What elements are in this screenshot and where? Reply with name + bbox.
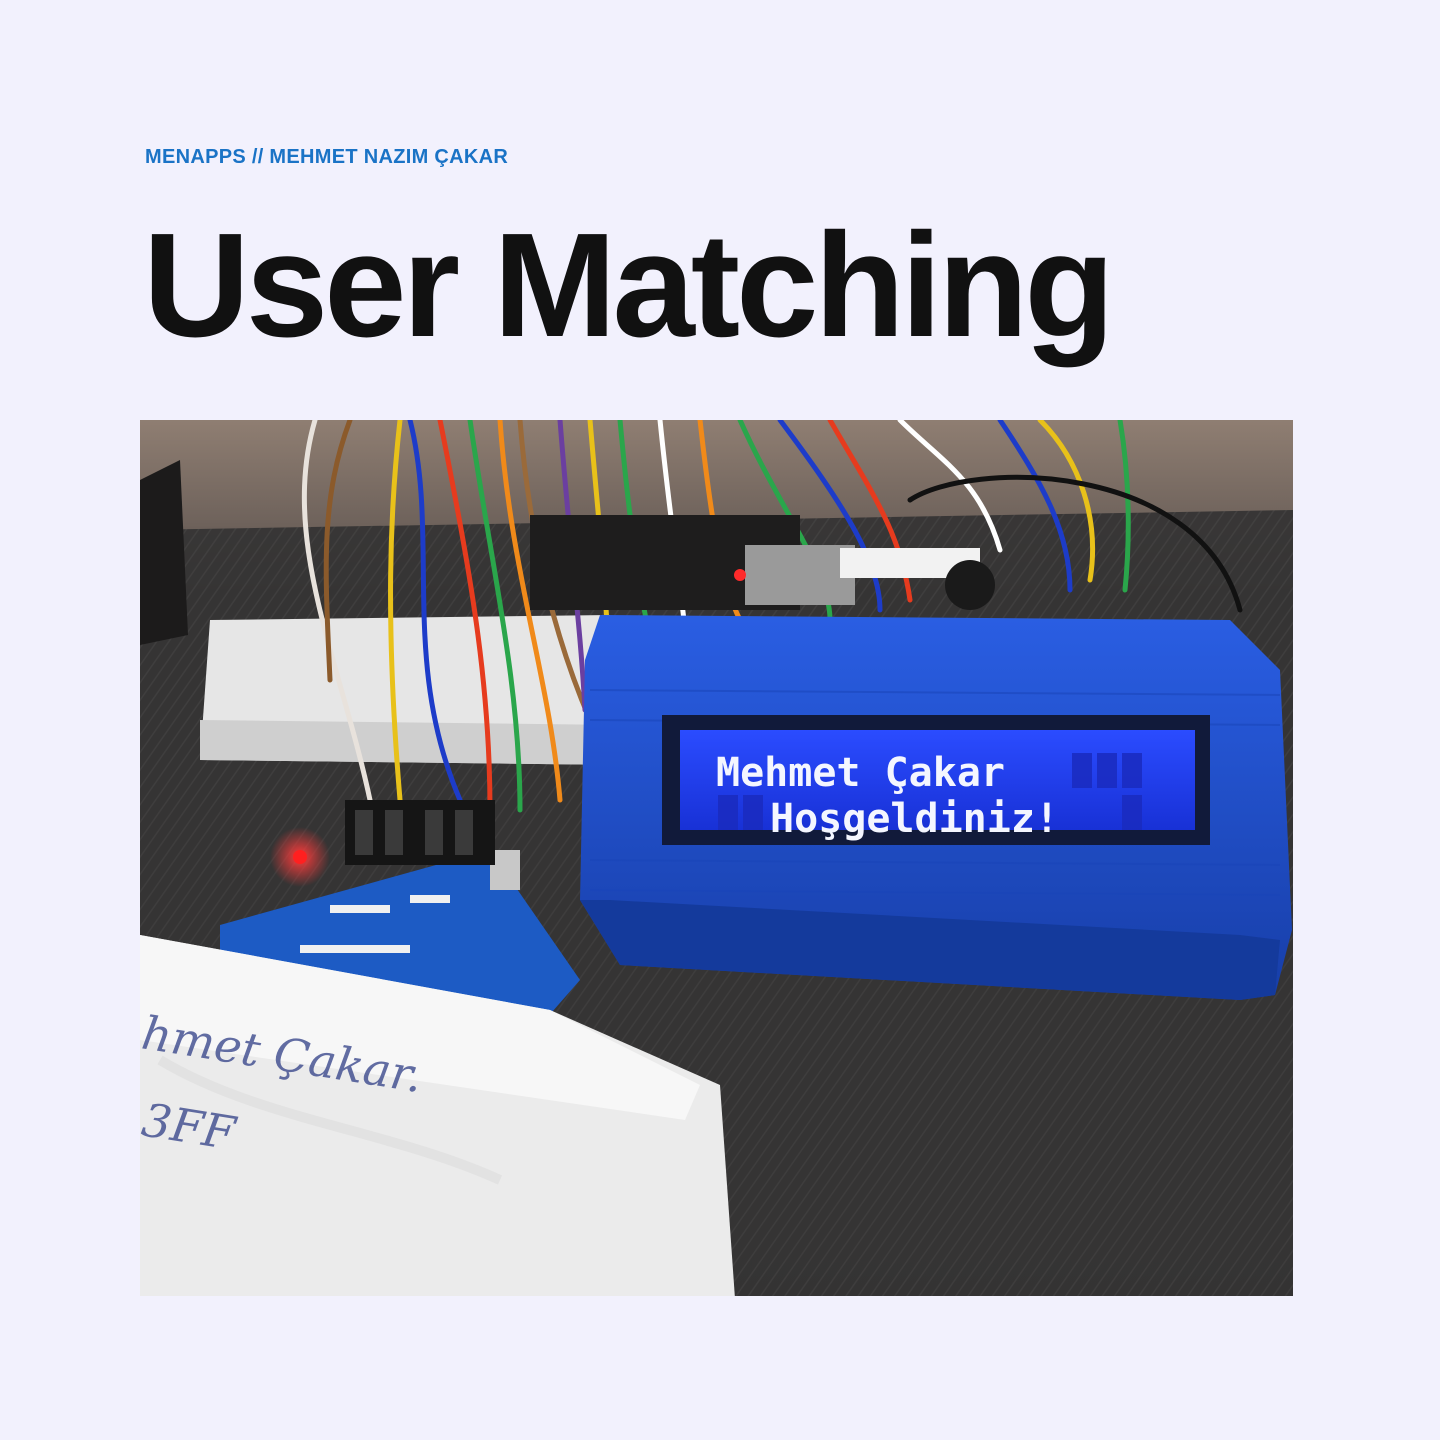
- lcd-line-1: Mehmet Çakar: [716, 750, 1005, 796]
- project-photo: hmet Çakar. 3FF Mehmet Çakar Hoşgeldiniz…: [140, 420, 1293, 1296]
- kicker-label: MENAPPS // MEHMET NAZIM ÇAKAR: [145, 146, 509, 168]
- lcd-line-2: Hoşgeldiniz!: [770, 796, 1059, 842]
- page-title: User Matching: [143, 203, 1115, 368]
